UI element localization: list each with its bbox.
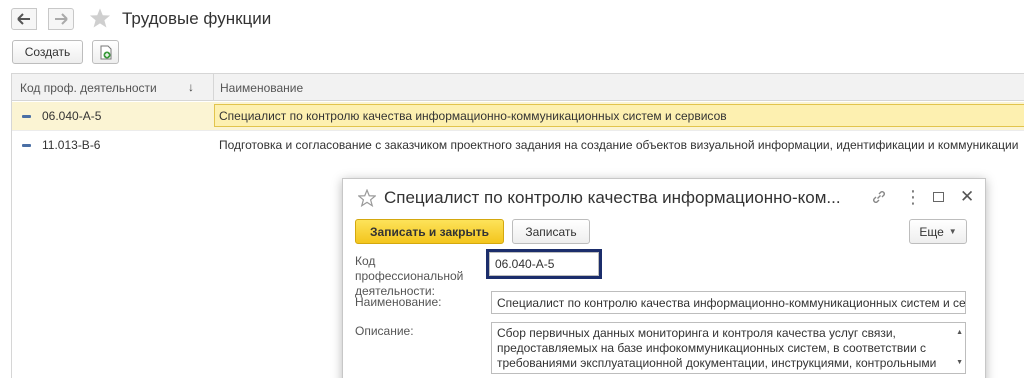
- save-button[interactable]: Записать: [512, 219, 590, 244]
- row-code: 06.040-А-5: [42, 109, 102, 123]
- scroll-down-icon[interactable]: ▼: [956, 355, 963, 370]
- code-input[interactable]: [489, 252, 599, 276]
- table-row[interactable]: 06.040-А-5 Специалист по контролю качест…: [12, 102, 1024, 130]
- table-row[interactable]: 11.013-В-6 Подготовка и согласование с з…: [12, 130, 1024, 158]
- maximize-icon[interactable]: [933, 192, 944, 202]
- tree-item-icon: [22, 144, 31, 147]
- code-label-line-1: Код профессиональной: [355, 254, 464, 283]
- row-code: 11.013-В-6: [42, 138, 101, 152]
- favorite-star-icon[interactable]: [89, 7, 111, 29]
- column-header-name[interactable]: Наименование: [220, 81, 303, 95]
- arrow-right-icon: [55, 13, 68, 25]
- list-header: Код проф. деятельности ↓ Наименование: [12, 74, 1024, 101]
- arrow-left-icon: [17, 13, 30, 25]
- row-name: Специалист по контролю качества информац…: [219, 109, 727, 123]
- create-button[interactable]: Создать: [12, 40, 83, 64]
- description-line: требованиями эксплуатационной документац…: [497, 356, 937, 370]
- column-header-code[interactable]: Код проф. деятельности: [20, 81, 157, 95]
- name-field-label: Наименование:: [355, 295, 442, 309]
- page-title: Трудовые функции: [122, 9, 272, 28]
- close-icon[interactable]: ✕: [960, 187, 974, 207]
- forward-button[interactable]: [48, 8, 74, 30]
- sort-down-icon[interactable]: ↓: [188, 80, 194, 94]
- name-input[interactable]: Специалист по контролю качества информац…: [491, 291, 966, 314]
- more-vertical-icon[interactable]: ⋮: [904, 187, 922, 208]
- star-icon[interactable]: [358, 189, 376, 207]
- create-document-button[interactable]: [92, 40, 119, 64]
- save-and-close-button[interactable]: Записать и закрыть: [355, 219, 504, 244]
- document-add-icon: [100, 45, 111, 59]
- back-button[interactable]: [11, 8, 37, 30]
- description-line: Сбор первичных данных мониторинга и конт…: [497, 326, 896, 340]
- description-textarea[interactable]: Сбор первичных данных мониторинга и конт…: [491, 322, 966, 374]
- tree-item-icon: [22, 115, 31, 118]
- link-icon[interactable]: [871, 189, 887, 209]
- more-actions-label: Еще: [919, 224, 944, 239]
- description-field-label: Описание:: [355, 324, 414, 338]
- dialog-title: Специалист по контролю качества информац…: [384, 188, 841, 207]
- code-field-label: Код профессиональной деятельности:: [355, 254, 485, 299]
- code-field-focus-frame: [486, 249, 602, 279]
- description-line: предоставляемых на базе инфокоммуникацио…: [497, 341, 927, 355]
- column-separator[interactable]: [213, 74, 214, 101]
- dropdown-caret-icon: ▼: [948, 227, 957, 236]
- scroll-up-icon[interactable]: ▲: [956, 325, 963, 340]
- row-name: Подготовка и согласование с заказчиком п…: [219, 138, 1019, 152]
- record-dialog: Специалист по контролю качества информац…: [342, 178, 986, 378]
- more-actions-button[interactable]: Еще ▼: [909, 219, 967, 244]
